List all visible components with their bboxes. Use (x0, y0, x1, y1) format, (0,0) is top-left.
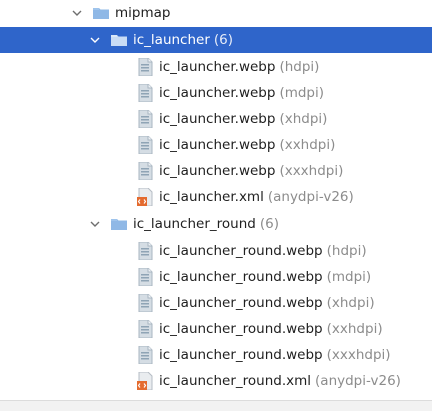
tree-file-label: ic_launcher_round.xml (anydpi-v26) (159, 373, 401, 389)
tree-file-label: ic_launcher_round.webp (xhdpi) (159, 295, 375, 311)
image-file-icon (137, 241, 153, 261)
tree-file-row[interactable]: ic_launcher_round.webp (mdpi) (0, 264, 432, 290)
tree-node-ic-launcher[interactable]: ic_launcher (6) (0, 27, 432, 53)
xml-file-icon (137, 187, 153, 207)
tree-file-label: ic_launcher_round.webp (hdpi) (159, 243, 367, 259)
tree-file-label: ic_launcher.webp (xxhdpi) (159, 137, 336, 153)
folder-icon (93, 7, 109, 19)
chevron-down-icon[interactable] (90, 219, 100, 229)
tree-file-label: ic_launcher.webp (xxxhdpi) (159, 163, 344, 179)
chevron-down-icon[interactable] (72, 8, 82, 18)
tree-file-row[interactable]: ic_launcher_round.webp (hdpi) (0, 238, 432, 264)
tree-file-label: ic_launcher_round.webp (xxxhdpi) (159, 347, 391, 363)
image-file-icon (137, 57, 153, 77)
tree-node-mipmap[interactable]: mipmap (0, 0, 432, 26)
image-file-icon (137, 319, 153, 339)
tree-file-row[interactable]: ic_launcher.webp (hdpi) (0, 54, 432, 80)
tree-file-row[interactable]: ic_launcher.webp (xxhdpi) (0, 132, 432, 158)
tree-node-label: mipmap (115, 5, 171, 21)
tree-node-label: ic_launcher_round (6) (133, 216, 279, 232)
tree-node-label: ic_launcher (6) (133, 32, 234, 48)
image-file-icon (137, 109, 153, 129)
image-file-icon (137, 83, 153, 103)
project-tree: mipmap ic_launcher (6) ic_launcher.webp (h… (0, 0, 432, 411)
image-file-icon (137, 267, 153, 287)
image-file-icon (137, 161, 153, 181)
tree-file-label: ic_launcher.webp (mdpi) (159, 85, 325, 101)
tree-file-row[interactable]: ic_launcher_round.webp (xhdpi) (0, 290, 432, 316)
tree-file-row[interactable]: ic_launcher.webp (mdpi) (0, 80, 432, 106)
image-file-icon (137, 135, 153, 155)
tree-file-label: ic_launcher.webp (xhdpi) (159, 111, 328, 127)
tree-file-label: ic_launcher_round.webp (xxhdpi) (159, 321, 383, 337)
tree-file-label: ic_launcher.webp (hdpi) (159, 59, 320, 75)
tree-file-row[interactable]: ic_launcher.webp (xhdpi) (0, 106, 432, 132)
image-file-icon (137, 345, 153, 365)
tree-file-row[interactable]: ic_launcher_round.webp (xxxhdpi) (0, 342, 432, 368)
tree-file-row[interactable]: ic_launcher_round.webp (xxhdpi) (0, 316, 432, 342)
xml-file-icon (137, 371, 153, 391)
folder-icon (111, 218, 127, 230)
tree-file-label: ic_launcher.xml (anydpi-v26) (159, 189, 354, 205)
chevron-down-icon[interactable] (90, 35, 100, 45)
folder-icon (111, 34, 127, 46)
panel-bottom-edge (0, 400, 432, 411)
tree-file-row[interactable]: ic_launcher.xml (anydpi-v26) (0, 184, 432, 210)
tree-file-row[interactable]: ic_launcher_round.xml (anydpi-v26) (0, 368, 432, 394)
tree-file-label: ic_launcher_round.webp (mdpi) (159, 269, 372, 285)
tree-file-row[interactable]: ic_launcher.webp (xxxhdpi) (0, 158, 432, 184)
image-file-icon (137, 293, 153, 313)
tree-node-ic-launcher-round[interactable]: ic_launcher_round (6) (0, 211, 432, 237)
